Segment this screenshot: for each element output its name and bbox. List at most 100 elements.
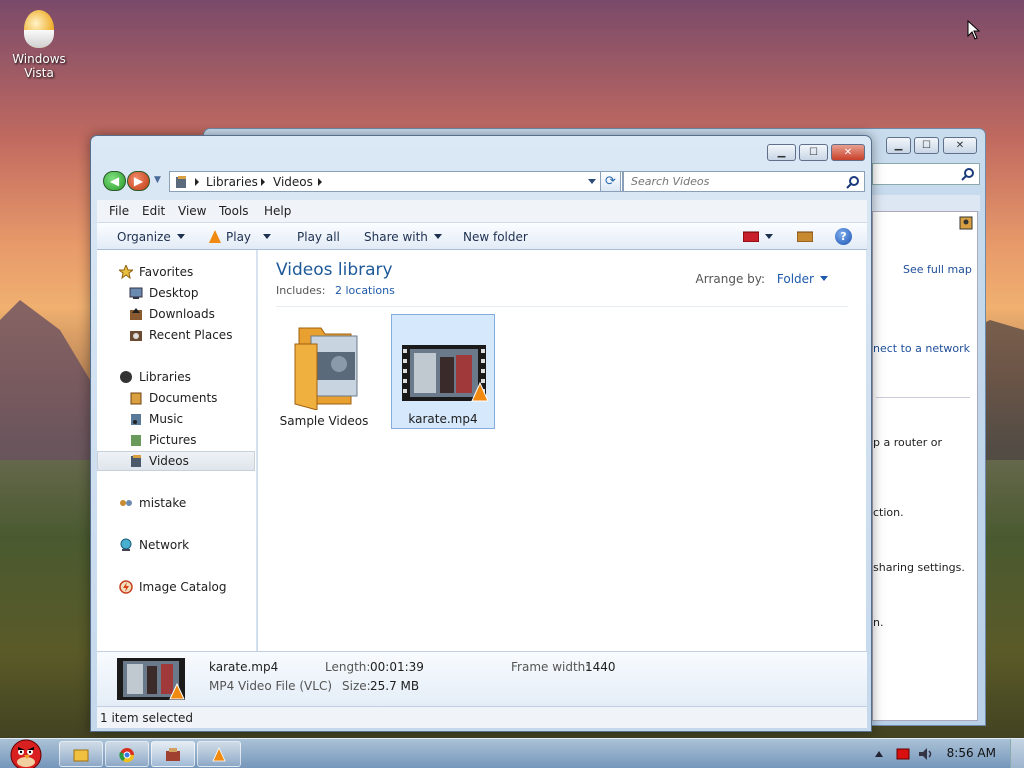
taskbar-media-button[interactable] xyxy=(151,741,195,767)
downloads-icon xyxy=(130,308,142,320)
documents-icon xyxy=(130,392,142,405)
view-options-icon[interactable] xyxy=(743,230,759,242)
search-input[interactable] xyxy=(624,172,834,191)
nav-network[interactable]: Network xyxy=(97,535,255,555)
nav-recent-places[interactable]: Recent Places xyxy=(97,325,255,345)
play-button[interactable]: Play xyxy=(209,230,272,244)
taskbar-vlc-button[interactable] xyxy=(197,741,241,767)
bg-maximize-button[interactable]: ☐ xyxy=(914,137,939,154)
details-length-label: Length: xyxy=(325,660,371,674)
libraries-icon xyxy=(120,371,132,383)
desktop-icon xyxy=(129,287,143,299)
play-all-button[interactable]: Play all xyxy=(297,230,340,244)
recent-pages-dropdown-icon[interactable]: ▼ xyxy=(154,175,161,185)
taskbar-chrome-button[interactable] xyxy=(105,741,149,767)
search-icon xyxy=(961,168,974,181)
details-length-value: 00:01:39 xyxy=(370,660,424,674)
chrome-icon xyxy=(119,748,135,763)
start-button-angry-bird-icon[interactable] xyxy=(4,731,48,768)
bg-close-button[interactable]: ✕ xyxy=(943,137,977,154)
file-item-sample-videos[interactable]: Sample Videos xyxy=(273,316,377,431)
nav-libraries[interactable]: Libraries xyxy=(97,367,255,387)
bg-content-pane xyxy=(872,211,978,721)
chevron-down-icon xyxy=(263,234,272,239)
folder-icon xyxy=(294,327,358,410)
organize-button[interactable]: Organize xyxy=(117,230,185,244)
file-name: karate.mp4 xyxy=(408,412,478,426)
nav-videos[interactable]: Videos xyxy=(97,451,255,471)
taskbar: 8:56 AM xyxy=(0,738,1024,768)
bg-minimize-button[interactable]: ▁ xyxy=(886,137,911,154)
folder-icon xyxy=(73,749,89,762)
maximize-button[interactable]: ☐ xyxy=(799,144,828,161)
clock[interactable]: 8:56 AM xyxy=(947,746,996,760)
desktop-icon-label-line1: Windows xyxy=(12,52,66,66)
preview-pane-icon[interactable] xyxy=(797,230,813,242)
details-size-label: Size: xyxy=(342,679,371,693)
bg-see-full-map-link[interactable]: See full map xyxy=(903,263,972,276)
volume-icon[interactable] xyxy=(918,747,934,761)
bg-header-strip xyxy=(872,195,980,211)
minimize-button[interactable]: ▁ xyxy=(767,144,796,161)
file-name: Sample Videos xyxy=(279,414,369,428)
nav-pictures[interactable]: Pictures xyxy=(97,430,255,450)
nav-documents[interactable]: Documents xyxy=(97,388,255,408)
chevron-down-icon xyxy=(820,276,828,281)
status-text: 1 item selected xyxy=(100,711,194,725)
search-icon[interactable] xyxy=(846,175,860,189)
desktop-icon-windows-vista[interactable]: Windows Vista xyxy=(8,10,70,80)
breadcrumb-libraries[interactable]: Libraries xyxy=(206,175,258,189)
close-button[interactable]: ✕ xyxy=(831,144,865,161)
show-hidden-icons-icon[interactable] xyxy=(874,750,884,758)
breadcrumb-videos[interactable]: Videos xyxy=(273,175,313,189)
bg-search-box[interactable] xyxy=(872,163,980,185)
nav-downloads[interactable]: Downloads xyxy=(97,304,255,324)
address-dropdown-icon[interactable] xyxy=(588,179,596,184)
taskbar-explorer-button[interactable] xyxy=(59,741,103,767)
refresh-button[interactable]: ⟳ xyxy=(600,171,621,192)
menu-edit[interactable]: Edit xyxy=(142,204,165,218)
user-icon xyxy=(959,216,973,230)
flag-tray-icon[interactable] xyxy=(896,747,910,761)
library-includes: Includes: 2 locations xyxy=(276,284,395,297)
back-button[interactable]: ◀ xyxy=(103,171,126,191)
breadcrumb-separator-icon xyxy=(318,178,322,186)
show-desktop-button[interactable] xyxy=(1010,739,1024,768)
mouse-cursor-icon xyxy=(967,20,981,40)
details-thumbnail-icon xyxy=(117,658,185,700)
arrange-by: Arrange by: Folder xyxy=(696,272,828,286)
arrange-by-dropdown[interactable]: Folder xyxy=(777,272,828,286)
desktop-icon-label-line2: Vista xyxy=(24,66,54,80)
nav-favorites[interactable]: Favorites xyxy=(97,262,255,282)
videos-library-icon xyxy=(176,176,186,188)
explorer-window[interactable]: ▁ ☐ ✕ ◀ ▶ ▼ Libraries Videos ⟳ File Edit… xyxy=(90,135,872,732)
file-item-karate-mp4[interactable]: karate.mp4 xyxy=(391,314,495,429)
view-options-dropdown[interactable] xyxy=(765,230,773,244)
nav-music[interactable]: Music xyxy=(97,409,255,429)
media-player-icon xyxy=(166,748,180,761)
locations-link[interactable]: 2 locations xyxy=(335,284,395,297)
video-thumbnail-icon xyxy=(402,345,488,402)
menu-file[interactable]: File xyxy=(109,204,129,218)
menu-tools[interactable]: Tools xyxy=(219,204,249,218)
help-icon[interactable]: ? xyxy=(835,228,852,245)
new-folder-button[interactable]: New folder xyxy=(463,230,528,244)
command-bar: Organize Play Play all Share with New fo… xyxy=(97,222,867,250)
share-with-button[interactable]: Share with xyxy=(364,230,442,244)
homegroup-icon xyxy=(120,500,132,506)
arrow-left-icon: ◀ xyxy=(109,174,120,188)
chevron-down-icon xyxy=(433,234,442,239)
menu-help[interactable]: Help xyxy=(264,204,291,218)
breadcrumb-separator-icon xyxy=(261,178,265,186)
system-tray: 8:56 AM xyxy=(864,739,1024,768)
forward-button[interactable]: ▶ xyxy=(127,171,150,191)
bg-text-sharing: sharing settings. xyxy=(873,561,965,574)
nav-desktop[interactable]: Desktop xyxy=(97,283,255,303)
address-bar[interactable]: Libraries Videos xyxy=(169,171,623,192)
bg-separator xyxy=(876,397,970,398)
bg-connect-network-link[interactable]: nect to a network xyxy=(873,342,970,355)
nav-image-catalog[interactable]: Image Catalog xyxy=(97,577,255,597)
menu-view[interactable]: View xyxy=(178,204,206,218)
nav-homegroup[interactable]: mistake xyxy=(97,493,255,513)
search-box[interactable] xyxy=(623,171,865,192)
